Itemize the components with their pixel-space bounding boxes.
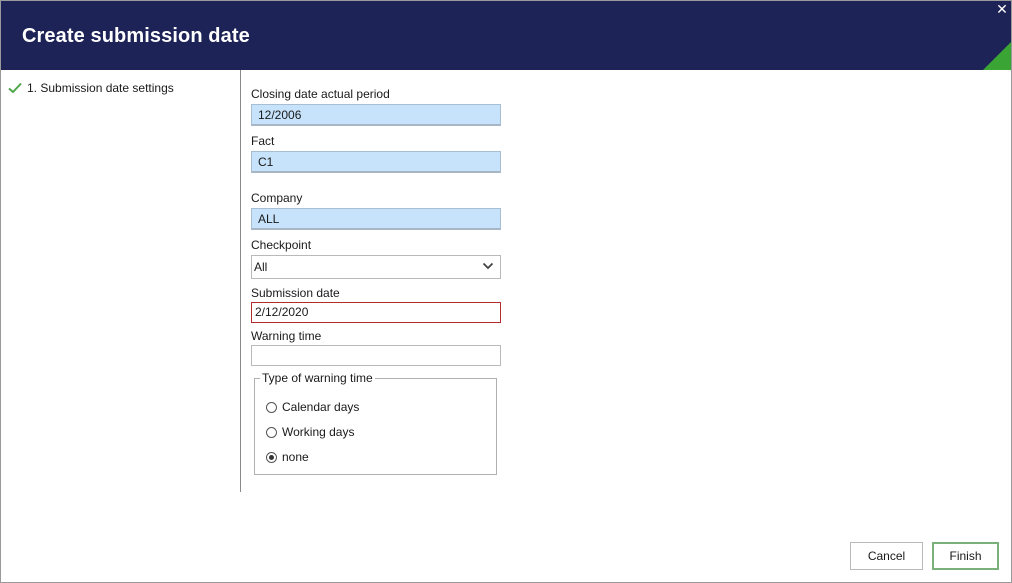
radio-label: Calendar days <box>282 400 360 414</box>
wizard-steps-sidebar: 1. Submission date settings <box>1 70 241 492</box>
closing-date-field: 12/2006 <box>251 104 501 126</box>
radio-none[interactable]: none <box>266 450 309 464</box>
checkpoint-select[interactable]: All <box>251 255 501 279</box>
company-field: ALL <box>251 208 501 230</box>
radio-button[interactable] <box>266 401 277 413</box>
checkpoint-label: Checkpoint <box>251 238 312 252</box>
close-icon[interactable]: ✕ <box>995 1 1009 17</box>
radio-button[interactable] <box>266 426 277 438</box>
submission-date-input[interactable]: 2/12/2020 <box>251 302 501 323</box>
warning-time-input[interactable] <box>251 345 501 366</box>
submission-date-label: Submission date <box>251 286 340 300</box>
radio-button-selected[interactable] <box>266 451 277 463</box>
radio-label: none <box>282 450 309 464</box>
dialog-header: Create submission date ✕ <box>1 1 1011 70</box>
warning-type-legend: Type of warning time <box>260 371 375 385</box>
finish-button[interactable]: Finish <box>932 542 999 570</box>
company-label: Company <box>251 191 303 205</box>
check-icon <box>8 82 22 94</box>
fact-field: C1 <box>251 151 501 173</box>
chevron-down-icon <box>482 262 494 270</box>
radio-label: Working days <box>282 425 355 439</box>
dialog-title: Create submission date <box>22 25 250 47</box>
radio-working-days[interactable]: Working days <box>266 425 354 439</box>
warning-time-label: Warning time <box>251 329 322 343</box>
warning-type-group: Type of warning time Calendar days Worki… <box>254 371 497 475</box>
corner-accent <box>983 42 1011 70</box>
wizard-step-submission-date-settings[interactable]: 1. Submission date settings <box>8 81 174 95</box>
fact-label: Fact <box>251 134 275 148</box>
create-submission-date-dialog: Create submission date ✕ 1. Submission d… <box>0 0 1012 583</box>
cancel-button[interactable]: Cancel <box>850 542 923 570</box>
checkpoint-selected-value: All <box>254 260 268 274</box>
radio-calendar-days[interactable]: Calendar days <box>266 400 359 414</box>
closing-date-label: Closing date actual period <box>251 87 390 101</box>
wizard-step-label: 1. Submission date settings <box>27 81 174 95</box>
